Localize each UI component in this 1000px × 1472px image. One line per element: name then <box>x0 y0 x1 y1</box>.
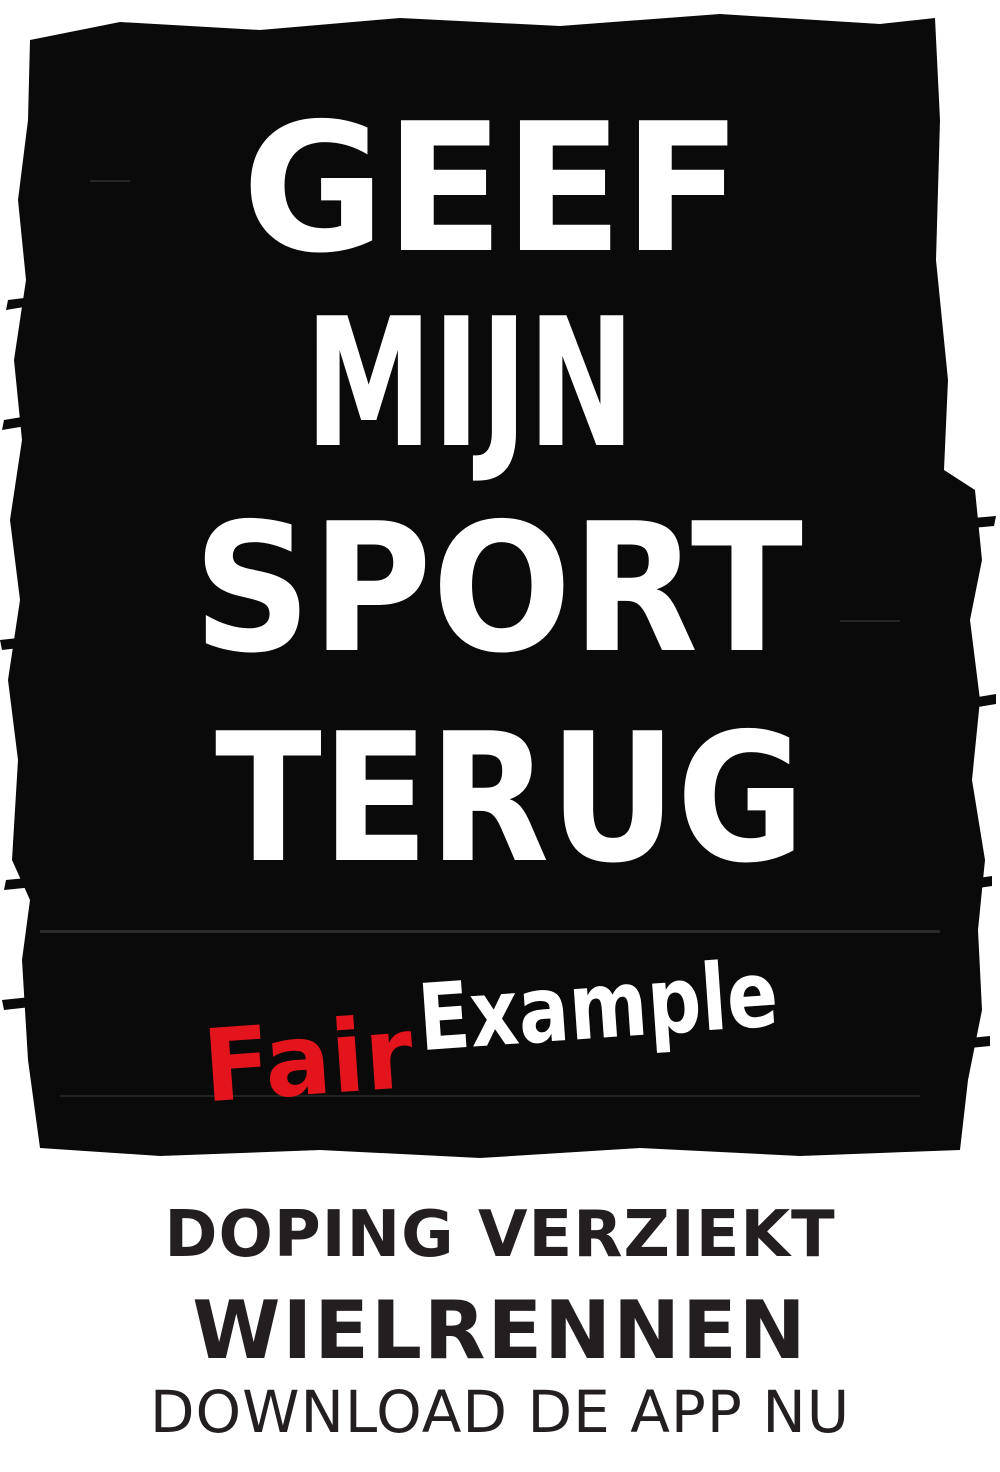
headline-line-2: MIJN <box>305 280 635 487</box>
headline-line-4: TERUG <box>215 695 805 902</box>
footer-sport: WIELRENNEN <box>192 1284 808 1377</box>
headline-line-1: GEEF <box>242 85 742 292</box>
headline-line-3: SPORT <box>193 485 803 692</box>
footer-tagline: DOPING VERZIEKT <box>164 1198 836 1272</box>
logo-fair-text: Fair <box>199 994 417 1125</box>
footer-call-to-action: DOWNLOAD DE APP NU <box>149 1378 851 1446</box>
